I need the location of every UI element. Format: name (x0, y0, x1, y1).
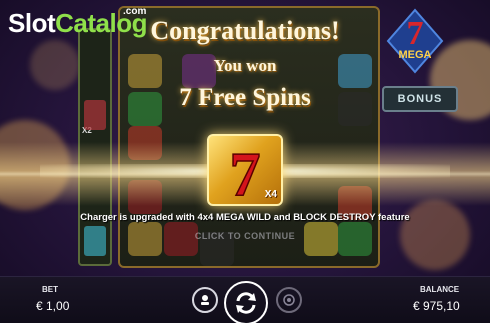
seven-icon: 7 (229, 140, 262, 200)
popup-title: Congratulations! (150, 16, 340, 45)
popup-subtitle: You won (213, 56, 277, 75)
feature-description: Charger is upgraded with 4x4 MEGA WILD a… (80, 212, 410, 223)
bet-label: BET (42, 285, 58, 294)
turbo-icon (283, 294, 295, 306)
spin-button[interactable] (224, 281, 268, 323)
spin-icon (236, 292, 256, 314)
seven-digit: 7 (230, 141, 261, 200)
game-screen: X2 7 MEGA BONUS SlotCatalog .com Congrat… (0, 0, 490, 323)
free-spins-count: 7 Free Spins (179, 84, 311, 111)
balance-value: € 975,10 (413, 299, 460, 313)
click-to-continue[interactable]: CLICK TO CONTINUE (0, 231, 490, 241)
symbol-multiplier: X4 (264, 189, 277, 200)
turbo-button[interactable] (276, 287, 302, 313)
autoplay-icon (201, 295, 209, 305)
bottom-bar: BET € 1,00 BALANCE € 975,10 (0, 276, 490, 323)
autoplay-button[interactable] (192, 287, 218, 313)
bet-value[interactable]: € 1,00 (36, 299, 69, 313)
mega-wild-symbol: 7 X4 (207, 134, 283, 206)
balance-label: BALANCE (420, 285, 460, 294)
